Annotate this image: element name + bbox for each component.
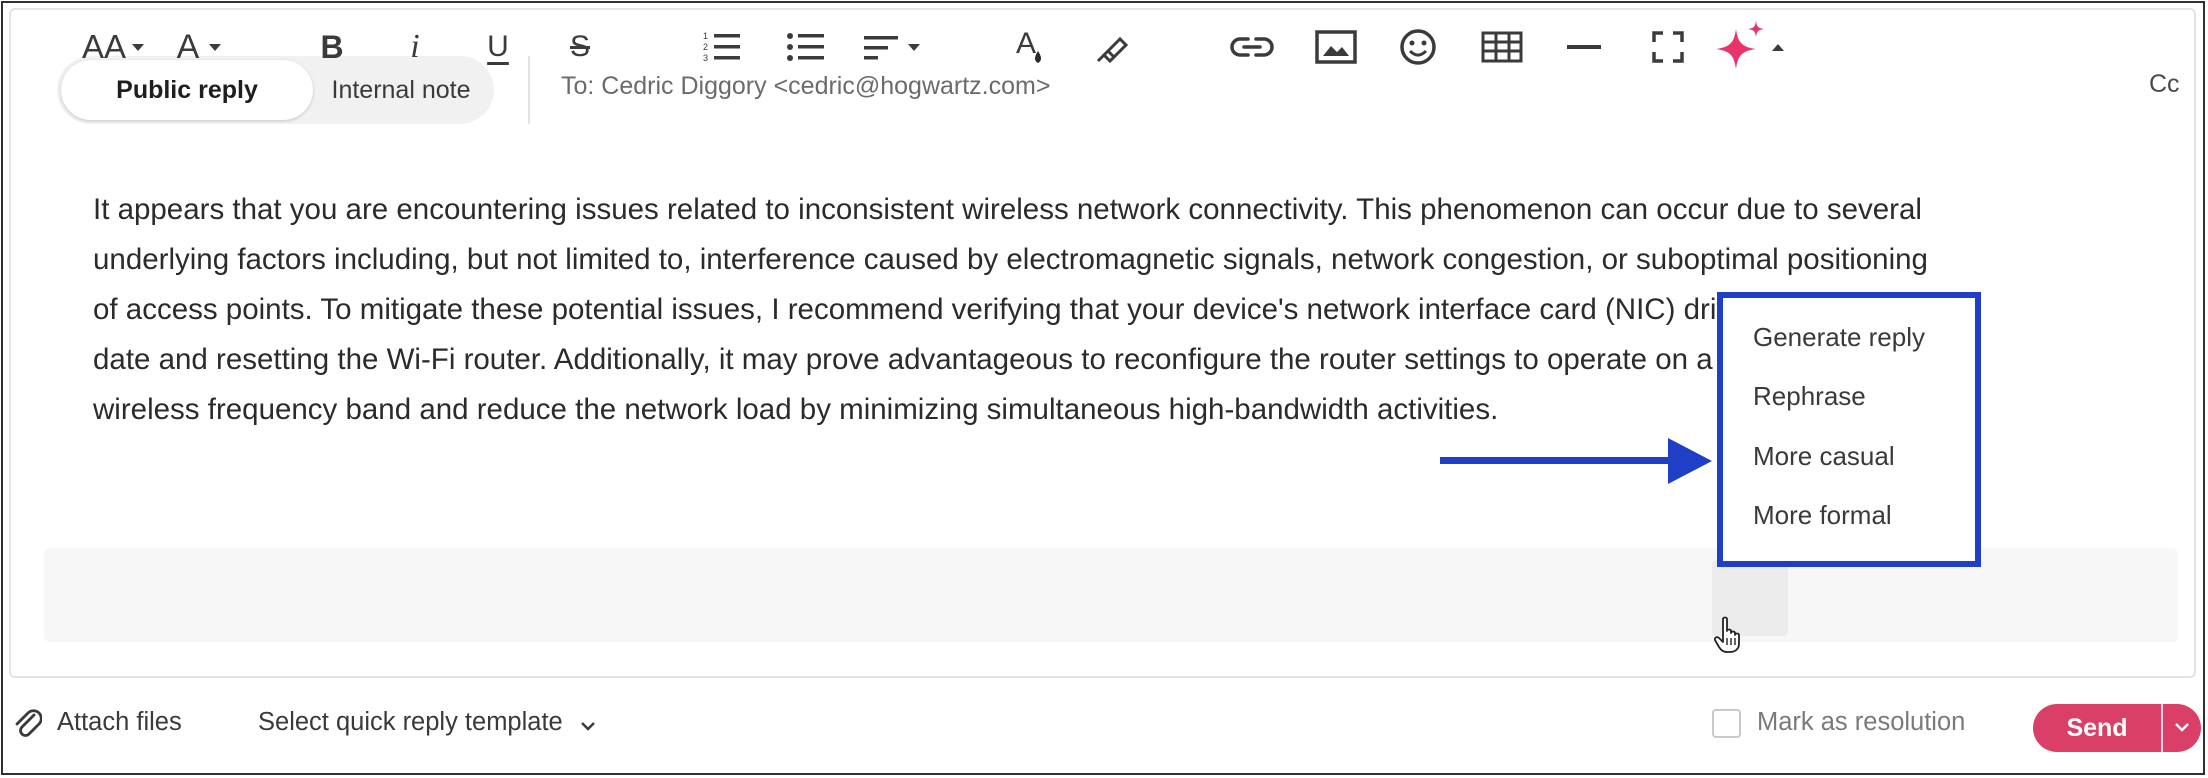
message-line: underlying factors including, but not li…: [93, 243, 1928, 276]
align-icon[interactable]: [860, 0, 924, 94]
ai-assist-menu: Generate reply Rephrase More casual More…: [1717, 292, 1981, 567]
mark-as-resolution-label: Mark as resolution: [1757, 708, 1966, 736]
highlight-color-icon[interactable]: A: [1008, 0, 1052, 94]
chevron-down-icon: [580, 709, 596, 738]
image-icon[interactable]: [1312, 0, 1360, 94]
emoji-icon[interactable]: [1396, 0, 1440, 94]
cc-button[interactable]: Cc: [2149, 70, 2180, 99]
format-painter-icon[interactable]: [1090, 0, 1134, 94]
underline-icon[interactable]: U: [478, 0, 518, 94]
horizontal-rule-icon[interactable]: [1562, 0, 1606, 94]
header-divider: [528, 56, 530, 124]
chevron-down-icon: [2174, 719, 2190, 737]
font-size-icon[interactable]: AA: [78, 0, 148, 94]
send-button[interactable]: Send: [2033, 704, 2161, 752]
table-icon[interactable]: [1478, 0, 1526, 94]
mark-as-resolution-checkbox[interactable]: [1712, 709, 1741, 738]
bulleted-list-icon[interactable]: [784, 0, 828, 94]
quick-reply-template-select[interactable]: Select quick reply template: [258, 708, 596, 738]
menu-item-rephrase[interactable]: Rephrase: [1753, 381, 1866, 412]
ai-sparkle-icon[interactable]: [1712, 0, 1788, 94]
italic-icon[interactable]: i: [398, 0, 432, 94]
bold-icon[interactable]: B: [312, 0, 352, 94]
svg-text:3: 3: [703, 53, 708, 63]
paperclip-icon[interactable]: [12, 705, 43, 746]
menu-item-more-casual[interactable]: More casual: [1753, 441, 1895, 472]
svg-text:1: 1: [703, 31, 708, 41]
svg-text:A: A: [1016, 27, 1036, 60]
svg-text:2: 2: [703, 42, 708, 52]
menu-item-generate-reply[interactable]: Generate reply: [1753, 322, 1925, 353]
text-color-icon[interactable]: A: [168, 0, 230, 94]
attach-files-button[interactable]: Attach files: [57, 708, 182, 737]
strikethrough-icon[interactable]: S: [560, 0, 600, 94]
menu-item-more-formal[interactable]: More formal: [1753, 500, 1892, 531]
annotation-arrow-shaft: [1440, 457, 1680, 464]
link-icon[interactable]: [1228, 0, 1276, 94]
fullscreen-icon[interactable]: [1646, 0, 1690, 94]
numbered-list-icon[interactable]: 123: [700, 0, 744, 94]
message-line: It appears that you are encountering iss…: [93, 193, 1922, 226]
annotation-arrow-head: [1668, 438, 1712, 484]
hand-cursor-icon: [1713, 616, 1744, 659]
quick-reply-template-label: Select quick reply template: [258, 708, 563, 736]
